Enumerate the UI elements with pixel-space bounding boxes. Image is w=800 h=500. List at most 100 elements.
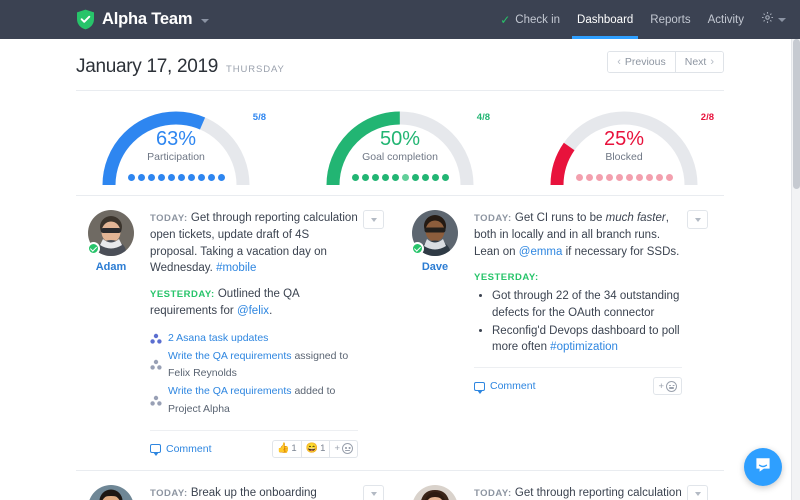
date-pager: ‹ Previous Next ›: [607, 51, 724, 73]
chevron-down-icon: [778, 17, 786, 22]
avatar[interactable]: [88, 484, 134, 500]
integration-link[interactable]: Write the QA requirements: [168, 385, 292, 397]
page-scrollbar[interactable]: [791, 39, 800, 500]
card-author: Dave: [408, 210, 462, 458]
add-reaction-button[interactable]: +: [330, 439, 358, 458]
gauge-participation-label: Participation: [147, 151, 205, 163]
chevron-down-icon: [370, 217, 377, 222]
asana-icon: [150, 395, 162, 407]
weekday-label: THURSDAY: [226, 64, 285, 75]
chevron-down-icon: [370, 492, 377, 497]
integration-link[interactable]: 2 Asana task updates: [168, 330, 268, 348]
add-reaction-button[interactable]: +: [653, 377, 682, 396]
nav-item-dashboard[interactable]: Dashboard: [572, 0, 639, 39]
today-text-a: Get CI runs to be: [514, 212, 606, 224]
gauge-blocked-label: Blocked: [605, 151, 643, 163]
next-day-button[interactable]: Next ›: [674, 52, 723, 72]
entry-yesterday: YESTERDAY: Outlined the QA requirements …: [150, 286, 358, 320]
comment-button[interactable]: Comment: [474, 380, 536, 394]
card-body: TODAY: Get through reporting calculation…: [474, 484, 708, 500]
integration-link[interactable]: Write the QA requirements: [168, 350, 292, 362]
hashtag-optimization[interactable]: #optimization: [550, 341, 618, 353]
nav-item-activity[interactable]: Activity: [708, 0, 744, 39]
chevron-right-icon: ›: [710, 56, 714, 68]
integrations-list: 2 Asana task updates Write the QA requir…: [150, 330, 358, 419]
today-label: TODAY:: [150, 213, 188, 224]
yesterday-label: YESTERDAY:: [474, 272, 539, 284]
checkin-card-brian: Brian TODAY: Break up the onboarding wor…: [76, 471, 400, 500]
smile-emoji-icon: 😄: [305, 442, 319, 454]
next-day-label: Next: [684, 56, 707, 68]
comment-icon: [150, 444, 161, 457]
integration-item[interactable]: 2 Asana task updates: [150, 330, 358, 348]
previous-day-button[interactable]: ‹ Previous: [608, 52, 675, 72]
card-menu-button[interactable]: [363, 210, 384, 229]
gauge-goal-completion-label: Goal completion: [362, 151, 438, 163]
comment-label: Comment: [166, 442, 212, 455]
card-footer: Comment +: [474, 367, 682, 396]
mention-felix[interactable]: @felix: [237, 305, 269, 317]
card-menu-button[interactable]: [687, 210, 708, 229]
yesterday-bullet-list: Got through 22 of the 34 outstanding def…: [492, 288, 682, 356]
plus-label: +: [658, 380, 664, 392]
card-menu-button[interactable]: [363, 484, 384, 500]
gear-icon: [761, 11, 774, 29]
mention-emma[interactable]: @emma: [519, 246, 563, 258]
nav-item-reports-label: Reports: [650, 13, 691, 26]
today-label: TODAY:: [474, 213, 512, 224]
author-name[interactable]: Adam: [84, 261, 138, 273]
yesterday-text-post: .: [269, 304, 273, 317]
chevron-left-icon: ‹: [617, 56, 621, 68]
brand-logo-button[interactable]: Alpha Team: [76, 9, 210, 30]
gauge-participation[interactable]: 63% Participation 5/8: [76, 107, 276, 185]
chat-bubble-icon: [754, 456, 772, 479]
main-navigation: ✓ Check in Dashboard Reports Activity: [500, 0, 786, 39]
card-body: TODAY: Break up the onboarding worklow e…: [150, 484, 384, 500]
checkin-card-dave: Dave TODAY: Get CI runs to be much faste…: [400, 196, 724, 471]
author-name[interactable]: Dave: [408, 261, 462, 273]
summary-gauges: 63% Participation 5/8 50% Goal completio…: [76, 91, 724, 196]
card-author: Carol: [408, 484, 462, 500]
card-body: TODAY: Get CI runs to be much faster, bo…: [474, 210, 708, 458]
add-emoji-icon: [666, 380, 677, 392]
nav-item-check-in[interactable]: ✓ Check in: [500, 0, 560, 39]
card-author: Adam: [84, 210, 138, 458]
integration-item[interactable]: Write the QA requirements added to Proje…: [150, 383, 358, 419]
nav-item-activity-label: Activity: [707, 13, 744, 26]
previous-day-label: Previous: [624, 56, 666, 68]
gauge-participation-percent: 63%: [155, 128, 197, 150]
dashboard-page: January 17, 2019 THURSDAY ‹ Previous Nex…: [0, 39, 800, 500]
list-item: Got through 22 of the 34 outstanding def…: [492, 288, 682, 322]
scrollbar-thumb[interactable]: [793, 39, 800, 189]
status-badge-checked-in: [87, 242, 100, 255]
reaction-count: 1: [320, 443, 326, 455]
comment-button[interactable]: Comment: [150, 442, 212, 457]
top-navigation-bar: Alpha Team ✓ Check in Dashboard Reports …: [0, 0, 800, 39]
checkin-cards-grid: Adam TODAY: Get through reporting calcul…: [76, 196, 724, 500]
nav-item-reports[interactable]: Reports: [650, 0, 690, 39]
asana-icon: [150, 359, 162, 371]
comment-icon: [474, 381, 485, 394]
gauge-blocked[interactable]: 25% Blocked 2/8: [524, 107, 724, 185]
entry-today: TODAY: Break up the onboarding worklow e…: [150, 485, 358, 500]
add-emoji-icon: [342, 443, 353, 455]
gauge-blocked-percent: 25%: [603, 128, 645, 150]
avatar[interactable]: [412, 484, 458, 500]
intercom-launcher-button[interactable]: [744, 448, 782, 486]
bullet-text: Got through 22 of the 34 outstanding def…: [492, 290, 680, 319]
card-menu-button[interactable]: [687, 484, 708, 500]
gauge-goal-completion-dots: [322, 174, 478, 181]
today-text-italic: much faster: [605, 212, 666, 224]
gauge-goal-completion[interactable]: 50% Goal completion 4/8: [300, 107, 500, 185]
check-icon: ✓: [500, 12, 511, 27]
integration-item[interactable]: Write the QA requirements assigned to Fe…: [150, 348, 358, 384]
checkin-card-adam: Adam TODAY: Get through reporting calcul…: [76, 196, 400, 471]
hashtag-mobile[interactable]: #mobile: [216, 262, 256, 274]
chevron-down-icon[interactable]: [201, 19, 210, 23]
reaction-smile[interactable]: 😄 1: [301, 439, 331, 458]
settings-menu-button[interactable]: [761, 11, 786, 29]
gauge-participation-fraction: 5/8: [252, 112, 266, 123]
date-header: January 17, 2019 THURSDAY ‹ Previous Nex…: [76, 39, 724, 91]
gauge-goal-completion-fraction: 4/8: [476, 112, 490, 123]
reaction-thumbs-up[interactable]: 👍 1: [271, 439, 302, 458]
